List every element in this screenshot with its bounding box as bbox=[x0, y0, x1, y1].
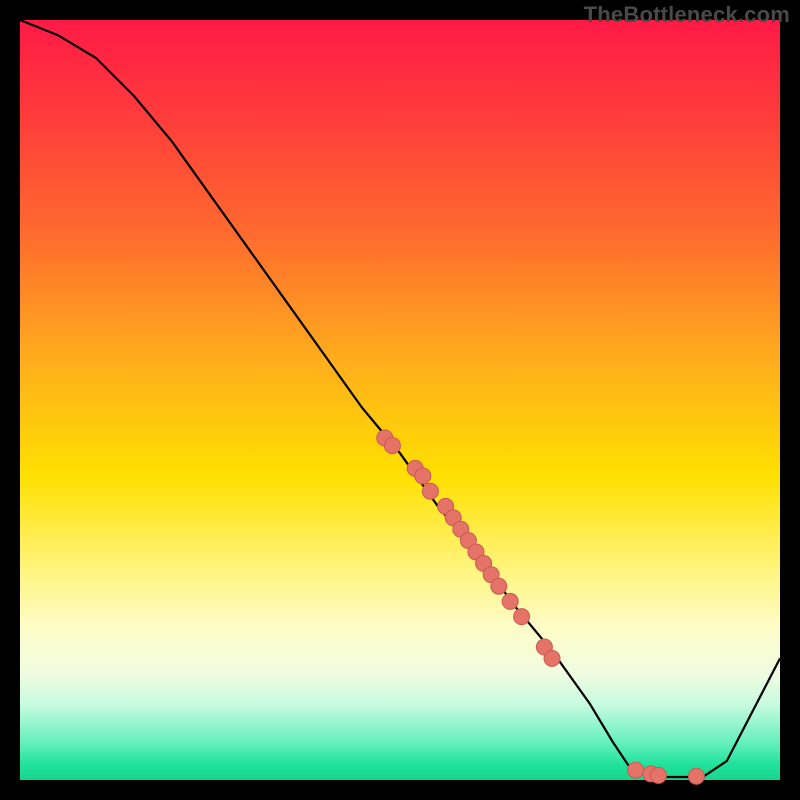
watermark-text: TheBottleneck.com bbox=[584, 2, 790, 28]
chart-svg bbox=[20, 20, 780, 780]
scatter-dot bbox=[502, 593, 518, 609]
scatter-dot bbox=[628, 762, 644, 778]
scatter-dots bbox=[377, 430, 705, 784]
plot-area bbox=[20, 20, 780, 780]
scatter-dot bbox=[514, 609, 530, 625]
scatter-dot bbox=[384, 438, 400, 454]
scatter-dot bbox=[544, 650, 560, 666]
scatter-dot bbox=[650, 767, 666, 783]
scatter-dot bbox=[422, 483, 438, 499]
bottleneck-curve bbox=[20, 20, 780, 777]
chart-frame: TheBottleneck.com bbox=[0, 0, 800, 800]
scatter-dot bbox=[688, 768, 704, 784]
scatter-dot bbox=[491, 578, 507, 594]
scatter-dot bbox=[415, 468, 431, 484]
